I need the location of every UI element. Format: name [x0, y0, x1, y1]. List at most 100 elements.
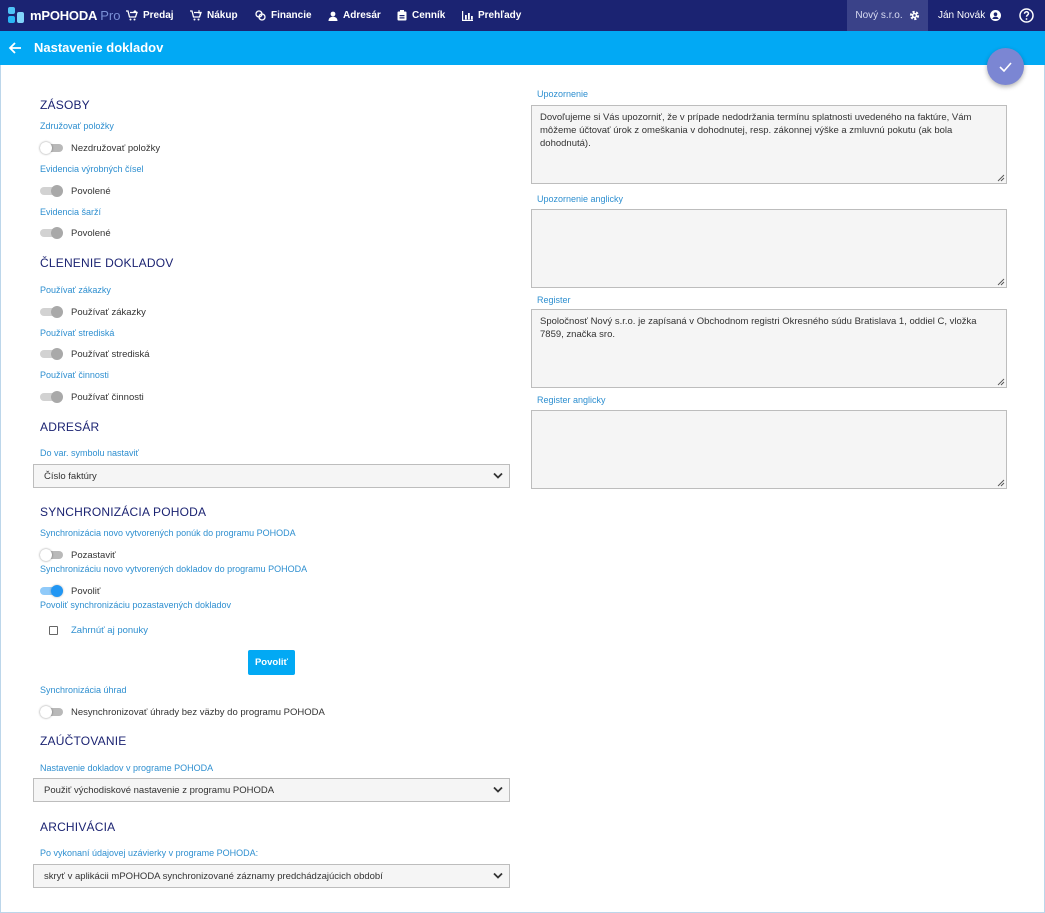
brand-edition: Pro	[100, 7, 121, 23]
switch	[40, 305, 63, 319]
field-label-vyrobne-cisla: Evidencia výrobných čísel	[40, 164, 144, 174]
archivacia-select[interactable]: skryť v aplikácii mPOHODA synchronizovan…	[33, 864, 510, 888]
switch-label: Povolené	[71, 227, 111, 239]
nav-label: Nákup	[207, 10, 238, 21]
user-menu[interactable]: Ján Novák	[938, 0, 1002, 31]
page-header: Nastavenie dokladov	[0, 31, 1045, 65]
field-label-uhrady: Synchronizácia úhrad	[40, 685, 127, 695]
person-icon	[328, 11, 338, 21]
switch-label: Pozastaviť	[71, 549, 116, 561]
textarea-value: Spoločnosť Nový s.r.o. je zapísaná v Obc…	[540, 316, 977, 340]
resize-grip-icon[interactable]	[997, 278, 1005, 286]
cart-in-icon	[190, 10, 202, 21]
section-heading-adresar: ADRESÁR	[40, 420, 100, 434]
toggle-sarze: Povolené	[40, 226, 111, 240]
help-icon[interactable]	[1019, 8, 1034, 23]
register-textarea[interactable]: Spoločnosť Nový s.r.o. je zapísaná v Obc…	[531, 309, 1007, 388]
field-label-var-symbol: Do var. symbolu nastaviť	[40, 448, 139, 458]
zauctovanie-select[interactable]: Použiť východiskové nastavenie z program…	[33, 778, 510, 802]
toggle-cinnosti: Používať činnosti	[40, 390, 144, 404]
toggle-vyrobne-cisla: Povolené	[40, 184, 111, 198]
nav-nakup[interactable]: Nákup	[190, 0, 238, 31]
field-label-zdruzovat: Združovať položky	[40, 121, 114, 131]
field-label-register: Register	[537, 295, 571, 305]
checkbox-label: Zahrnúť aj ponuky	[71, 624, 148, 636]
user-name: Ján Novák	[938, 10, 986, 21]
field-label-sync-doklady: Synchronizáciu novo vytvorených dokladov…	[40, 564, 308, 574]
field-label-strediska: Používať strediská	[40, 328, 115, 338]
field-label-uzavierka: Po vykonaní údajovej uzávierky v program…	[40, 848, 259, 858]
toggle-zdruzovat[interactable]: Nezdružovať položky	[40, 141, 160, 155]
var-symbol-select[interactable]: Číslo faktúry	[33, 464, 510, 488]
nav-label: Cenník	[412, 10, 446, 21]
mpohoda-logo-icon	[8, 7, 24, 23]
field-label-zakazky: Používať zákazky	[40, 285, 111, 295]
switch[interactable]	[40, 705, 63, 719]
resize-grip-icon[interactable]	[997, 378, 1005, 386]
textarea-value: Dovoľujeme si Vás upozorniť, že v prípad…	[540, 112, 972, 149]
brand-name: mPOHODA	[30, 7, 98, 23]
register-en-textarea[interactable]	[531, 410, 1007, 489]
chevron-down-icon	[493, 786, 503, 793]
resize-grip-icon[interactable]	[997, 174, 1005, 182]
switch[interactable]	[40, 584, 63, 598]
back-arrow-icon[interactable]	[8, 41, 22, 55]
select-value: Použiť východiskové nastavenie z program…	[44, 784, 275, 796]
switch-label: Používať zákazky	[71, 306, 146, 318]
resize-grip-icon[interactable]	[997, 479, 1005, 487]
nav-label: Predaj	[143, 10, 174, 21]
pricelist-icon	[397, 10, 407, 21]
brand[interactable]: mPOHODA Pro	[8, 7, 120, 23]
toggle-sync-doklady[interactable]: Povoliť	[40, 584, 100, 598]
switch[interactable]	[40, 548, 63, 562]
bar-chart-icon	[462, 10, 473, 21]
nav-label: Financie	[271, 10, 312, 21]
page-title: Nastavenie dokladov	[34, 40, 164, 55]
switch	[40, 226, 63, 240]
include-offers-checkbox[interactable]	[49, 625, 58, 635]
nav-predaj[interactable]: Predaj	[126, 0, 174, 31]
section-heading-zasoby: ZÁSOBY	[40, 98, 90, 112]
switch	[40, 184, 63, 198]
toggle-uhrady[interactable]: Nesynchronizovať úhrady bez väzby do pro…	[40, 705, 325, 719]
field-label-register-en: Register anglicky	[537, 395, 606, 405]
povolit-button[interactable]: Povoliť	[248, 650, 295, 675]
select-value: Číslo faktúry	[44, 470, 97, 482]
chevron-down-icon	[493, 472, 503, 479]
nav-adresar[interactable]: Adresár	[328, 0, 381, 31]
nav-prehlady[interactable]: Prehľady	[462, 0, 521, 31]
field-label-sarze: Evidencia šarží	[40, 207, 102, 217]
switch[interactable]	[40, 141, 63, 155]
company-switcher[interactable]: Nový s.r.o.	[847, 0, 928, 31]
switch	[40, 390, 63, 404]
switch-label: Povolené	[71, 185, 111, 197]
company-name: Nový s.r.o.	[855, 10, 903, 21]
section-heading-archivacia: ARCHIVÁCIA	[40, 820, 116, 834]
user-circle-icon	[990, 10, 1002, 21]
switch-label: Povoliť	[71, 585, 101, 597]
switch-label: Nesynchronizovať úhrady bez väzby do pro…	[71, 706, 325, 718]
include-offers-checkbox-row[interactable]: Zahrnúť aj ponuky	[49, 624, 148, 636]
toggle-sync-ponuky[interactable]: Pozastaviť	[40, 548, 116, 562]
nav-label: Prehľady	[478, 10, 522, 21]
cart-plus-icon	[126, 10, 138, 21]
field-label-nastavenie-dokladov: Nastavenie dokladov v programe POHODA	[40, 763, 214, 773]
upozornenie-en-textarea[interactable]	[531, 209, 1007, 288]
switch	[40, 347, 63, 361]
section-heading-sync: SYNCHRONIZÁCIA POHODA	[40, 505, 207, 519]
nav-cennik[interactable]: Cenník	[397, 0, 445, 31]
switch-label: Nezdružovať položky	[71, 142, 161, 154]
top-navigation-bar: mPOHODA Pro Predaj Nákup Financie Adresá…	[0, 0, 1045, 31]
field-label-upozornenie: Upozornenie	[537, 89, 589, 99]
field-label-sync-ponuky: Synchronizácia novo vytvorených ponúk do…	[40, 528, 296, 538]
gear-icon	[909, 10, 919, 21]
section-heading-clenenie: ČLENENIE DOKLADOV	[40, 256, 174, 270]
nav-label: Adresár	[343, 10, 381, 21]
section-heading-zauctovanie: ZAÚČTOVANIE	[40, 734, 127, 748]
upozornenie-textarea[interactable]: Dovoľujeme si Vás upozorniť, že v prípad…	[531, 105, 1007, 184]
nav-financie[interactable]: Financie	[255, 0, 312, 31]
switch-label: Používať činnosti	[71, 391, 144, 403]
field-label-upozornenie-en: Upozornenie anglicky	[537, 194, 624, 204]
save-button[interactable]	[987, 48, 1024, 85]
coins-icon	[255, 10, 266, 21]
